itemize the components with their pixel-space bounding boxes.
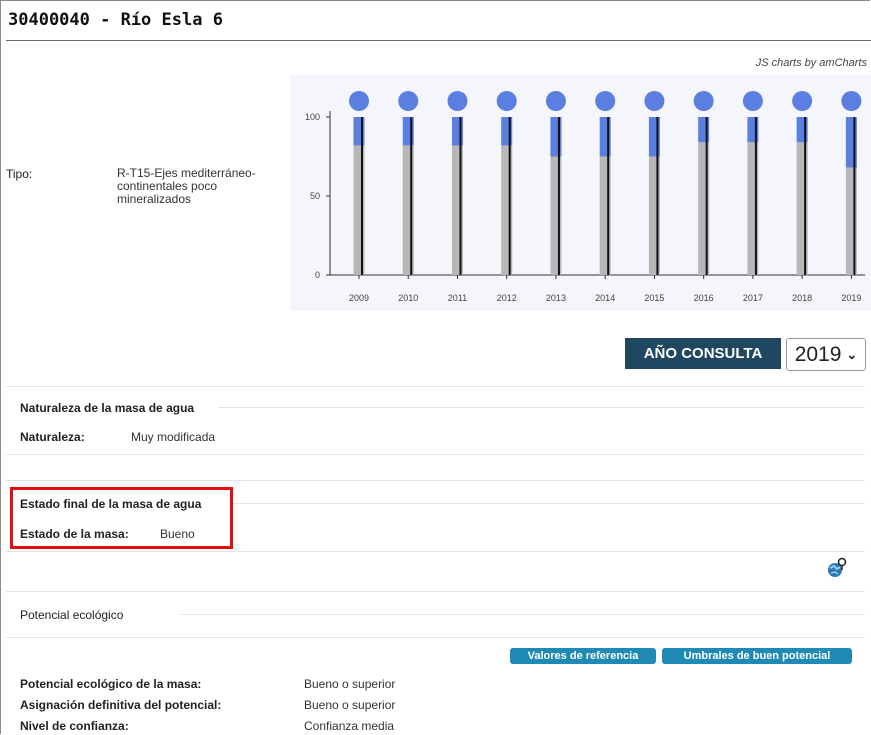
year-select-value: 2019 [794, 342, 842, 366]
confianza-value: Confianza media [304, 719, 395, 733]
bar-marker-2018[interactable] [792, 91, 813, 111]
chart-background [290, 75, 871, 311]
bar-marker-2012[interactable] [496, 91, 517, 111]
bar-marker-2016[interactable] [693, 91, 714, 111]
status-history-chart: 0 50 100 2009 2010 2011 2012 2013 2014 2015 2016 2… [290, 75, 871, 311]
confianza-label: Nivel de confianza: [20, 719, 129, 733]
section-title-potencial: Potencial ecológico [20, 608, 124, 622]
x-tick-label: 2012 [497, 293, 517, 303]
highlight-box [10, 487, 233, 549]
x-tick-label: 2018 [792, 293, 812, 303]
x-tick-label: 2013 [546, 293, 566, 303]
bar-marker-2014[interactable] [595, 91, 616, 111]
x-tick-label: 2015 [644, 293, 664, 303]
section-divider [6, 454, 865, 455]
section-divider [6, 480, 865, 481]
asignacion-label: Asignación definitiva del potencial: [20, 698, 222, 712]
potencial-masa-value: Bueno o superior [304, 677, 396, 691]
x-tick-label: 2017 [743, 293, 763, 303]
year-select[interactable]: 2019 ⌄ [786, 338, 866, 371]
ano-consulta-button[interactable]: AÑO CONSULTA [625, 338, 781, 369]
section-rule [230, 503, 865, 504]
section-divider [6, 637, 865, 638]
bar-marker-2015[interactable] [644, 91, 665, 111]
x-tick-label: 2009 [349, 293, 369, 303]
bar-marker-2013[interactable] [545, 91, 566, 111]
section-rule [218, 407, 865, 408]
y-tick-label: 0 [315, 270, 320, 280]
bar-marker-2017[interactable] [742, 91, 763, 111]
bar-marker-2011[interactable] [447, 91, 468, 111]
section-rule [180, 614, 865, 615]
valores-referencia-button[interactable]: Valores de referencia [510, 648, 656, 664]
bar-marker-2019[interactable] [841, 91, 862, 111]
asignacion-value: Bueno o superior [304, 698, 396, 712]
section-title-naturaleza: Naturaleza de la masa de agua [20, 401, 195, 415]
potencial-masa-label: Potencial ecológico de la masa: [20, 677, 202, 691]
naturaleza-label: Naturaleza: [20, 430, 85, 444]
x-tick-label: 2016 [694, 293, 714, 303]
y-tick-label: 50 [310, 191, 320, 201]
bar-marker-2010[interactable] [398, 91, 419, 111]
map-locate-icon[interactable] [826, 557, 848, 579]
section-divider [6, 591, 865, 592]
x-tick-label: 2019 [841, 293, 861, 303]
naturaleza-value: Muy modificada [131, 430, 216, 444]
umbrales-buen-potencial-button[interactable]: Umbrales de buen potencial [662, 648, 852, 664]
section-divider [6, 386, 865, 387]
bar-marker-2009[interactable] [349, 91, 369, 111]
x-tick-label: 2014 [595, 293, 615, 303]
chevron-down-icon: ⌄ [846, 346, 858, 362]
x-tick-label: 2011 [448, 293, 467, 303]
x-tick-label: 2010 [398, 293, 418, 303]
y-tick-label: 100 [305, 112, 320, 122]
section-divider [6, 551, 865, 552]
